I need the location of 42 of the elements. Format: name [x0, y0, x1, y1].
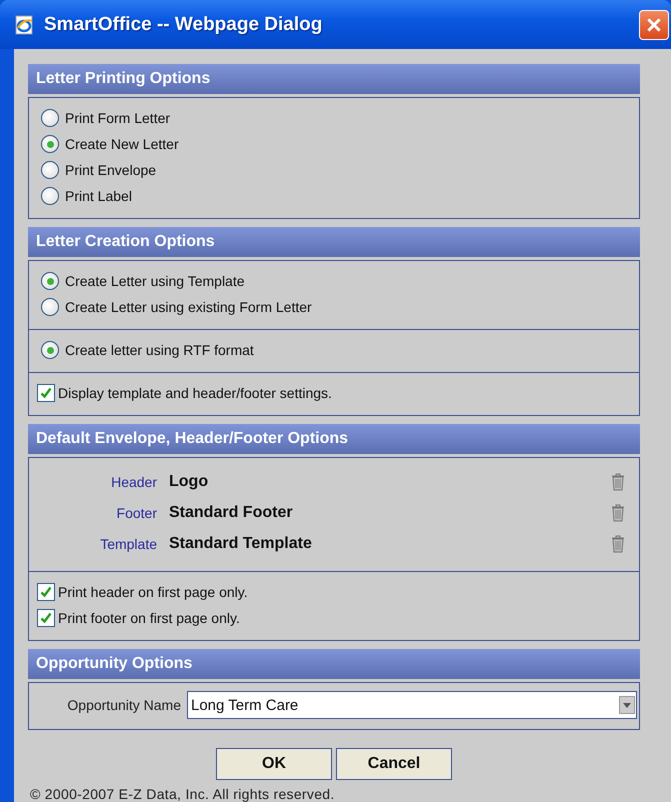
- section-header: Letter Printing Options: [28, 64, 640, 94]
- section-header: Opportunity Options: [28, 649, 640, 679]
- radio-label[interactable]: Print Form Letter: [65, 110, 170, 126]
- radio-label[interactable]: Create Letter using Template: [65, 273, 245, 289]
- dialog-button[interactable]: Cancel: [336, 748, 452, 780]
- radio-button[interactable]: [41, 161, 59, 179]
- radio-button[interactable]: [41, 109, 59, 127]
- trash-icon[interactable]: [611, 504, 625, 522]
- close-icon: [645, 16, 663, 34]
- setting-value: Standard Template: [169, 534, 313, 552]
- copyright-text: © 2000-2007 E-Z Data, Inc. All rights reserved.: [30, 786, 336, 802]
- checkbox-label[interactable]: Display template and header/footer settings.: [58, 385, 332, 401]
- checkbox-label[interactable]: Print header on first page only.: [58, 584, 248, 600]
- radio-label[interactable]: Create New Letter: [65, 136, 179, 152]
- radio-button[interactable]: [41, 187, 59, 205]
- setting-value: Standard Footer: [169, 504, 294, 522]
- section-header: Letter Creation Options: [28, 227, 640, 257]
- close-button[interactable]: [639, 10, 669, 40]
- checkbox-label[interactable]: Print footer on first page only.: [58, 610, 240, 626]
- radio-button[interactable]: [41, 341, 59, 359]
- radio-label[interactable]: Create Letter using existing Form Letter: [65, 299, 312, 315]
- checkbox[interactable]: [37, 583, 55, 601]
- checkbox[interactable]: [37, 384, 55, 402]
- radio-button[interactable]: [41, 135, 59, 153]
- dialog-button[interactable]: OK: [216, 748, 332, 780]
- section-header: Default Envelope, Header/Footer Options: [28, 424, 640, 454]
- window-title: SmartOffice -- Webpage Dialog: [44, 14, 324, 36]
- opportunity-dropdown[interactable]: Long Term Care: [187, 691, 637, 719]
- radio-label[interactable]: Create letter using RTF format: [65, 342, 254, 358]
- setting-label: Footer: [116, 504, 157, 520]
- setting-label: Header: [110, 474, 157, 490]
- radio-label[interactable]: Print Label: [65, 188, 132, 204]
- trash-icon[interactable]: [611, 534, 625, 552]
- trash-icon[interactable]: [611, 472, 625, 490]
- setting-value: Logo: [169, 472, 210, 490]
- radio-label[interactable]: Print Envelope: [65, 162, 156, 178]
- setting-label: Template: [99, 536, 157, 552]
- browser-logo-icon: [14, 14, 34, 34]
- radio-button[interactable]: [41, 272, 59, 290]
- checkbox[interactable]: [37, 609, 55, 627]
- radio-button[interactable]: [41, 298, 59, 316]
- field-label: Opportunity Name: [66, 697, 181, 713]
